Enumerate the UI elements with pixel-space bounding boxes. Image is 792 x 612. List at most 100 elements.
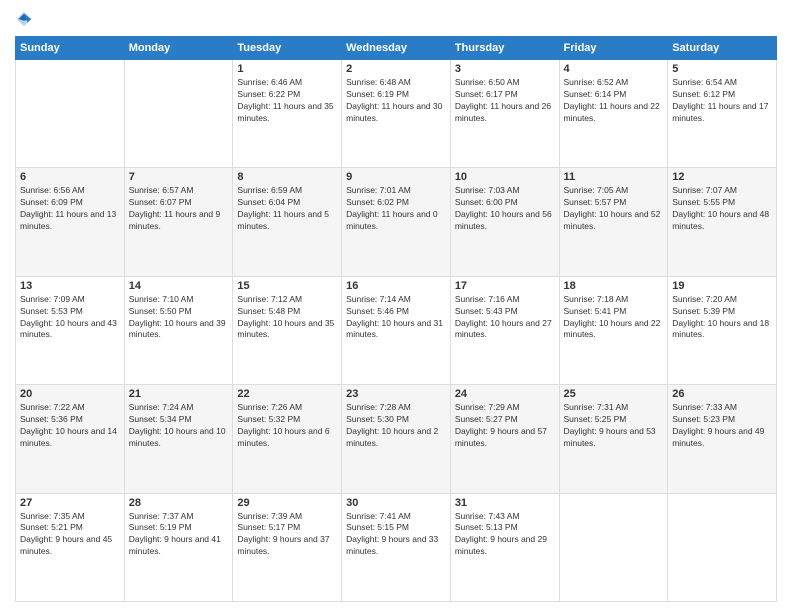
- day-number: 12: [672, 171, 772, 183]
- day-info: Sunrise: 7:37 AMSunset: 5:19 PMDaylight:…: [129, 511, 229, 559]
- logo-icon: [15, 10, 33, 28]
- day-info: Sunrise: 7:20 AMSunset: 5:39 PMDaylight:…: [672, 294, 772, 342]
- calendar-day-cell: 8 Sunrise: 6:59 AMSunset: 6:04 PMDaylight…: [233, 168, 342, 276]
- day-number: 7: [129, 171, 229, 183]
- day-number: 22: [237, 388, 337, 400]
- calendar-day-cell: 17 Sunrise: 7:16 AMSunset: 5:43 PMDayligh…: [450, 276, 559, 384]
- day-info: Sunrise: 7:22 AMSunset: 5:36 PMDaylight:…: [20, 402, 120, 450]
- calendar-week-row: 27 Sunrise: 7:35 AMSunset: 5:21 PMDayligh…: [16, 493, 777, 601]
- day-number: 21: [129, 388, 229, 400]
- calendar-table: SundayMondayTuesdayWednesdayThursdayFrid…: [15, 36, 777, 602]
- calendar-day-cell: 7 Sunrise: 6:57 AMSunset: 6:07 PMDaylight…: [124, 168, 233, 276]
- day-info: Sunrise: 7:12 AMSunset: 5:48 PMDaylight:…: [237, 294, 337, 342]
- calendar-week-row: 13 Sunrise: 7:09 AMSunset: 5:53 PMDayligh…: [16, 276, 777, 384]
- day-info: Sunrise: 7:43 AMSunset: 5:13 PMDaylight:…: [455, 511, 555, 559]
- day-number: 31: [455, 497, 555, 509]
- calendar-day-cell: 9 Sunrise: 7:01 AMSunset: 6:02 PMDaylight…: [342, 168, 451, 276]
- day-number: 30: [346, 497, 446, 509]
- calendar-week-row: 20 Sunrise: 7:22 AMSunset: 5:36 PMDayligh…: [16, 385, 777, 493]
- calendar-day-cell: [124, 60, 233, 168]
- day-number: 11: [564, 171, 664, 183]
- calendar-day-cell: 24 Sunrise: 7:29 AMSunset: 5:27 PMDayligh…: [450, 385, 559, 493]
- day-info: Sunrise: 7:35 AMSunset: 5:21 PMDaylight:…: [20, 511, 120, 559]
- day-of-week-header: Monday: [124, 37, 233, 60]
- day-number: 24: [455, 388, 555, 400]
- day-number: 15: [237, 280, 337, 292]
- day-number: 29: [237, 497, 337, 509]
- day-info: Sunrise: 7:09 AMSunset: 5:53 PMDaylight:…: [20, 294, 120, 342]
- day-info: Sunrise: 7:16 AMSunset: 5:43 PMDaylight:…: [455, 294, 555, 342]
- day-number: 5: [672, 63, 772, 75]
- calendar-day-cell: 22 Sunrise: 7:26 AMSunset: 5:32 PMDayligh…: [233, 385, 342, 493]
- day-of-week-header: Saturday: [668, 37, 777, 60]
- day-number: 6: [20, 171, 120, 183]
- calendar-day-cell: 30 Sunrise: 7:41 AMSunset: 5:15 PMDayligh…: [342, 493, 451, 601]
- day-info: Sunrise: 7:29 AMSunset: 5:27 PMDaylight:…: [455, 402, 555, 450]
- day-of-week-header: Tuesday: [233, 37, 342, 60]
- day-info: Sunrise: 7:10 AMSunset: 5:50 PMDaylight:…: [129, 294, 229, 342]
- calendar-day-cell: 25Sunrise: 7:31 AMSunset: 5:25 PMDayligh…: [559, 385, 668, 493]
- day-number: 28: [129, 497, 229, 509]
- day-number: 27: [20, 497, 120, 509]
- calendar-day-cell: 3Sunrise: 6:50 AMSunset: 6:17 PMDaylight…: [450, 60, 559, 168]
- day-of-week-header: Thursday: [450, 37, 559, 60]
- day-info: Sunrise: 7:05 AMSunset: 5:57 PMDaylight:…: [564, 185, 664, 233]
- day-number: 3: [455, 63, 555, 75]
- day-of-week-header: Sunday: [16, 37, 125, 60]
- calendar-day-cell: 2 Sunrise: 6:48 AMSunset: 6:19 PMDaylight…: [342, 60, 451, 168]
- calendar-day-cell: 16 Sunrise: 7:14 AMSunset: 5:46 PMDayligh…: [342, 276, 451, 384]
- calendar-day-cell: 28 Sunrise: 7:37 AMSunset: 5:19 PMDayligh…: [124, 493, 233, 601]
- day-number: 17: [455, 280, 555, 292]
- day-number: 23: [346, 388, 446, 400]
- day-number: 1: [237, 63, 337, 75]
- day-number: 13: [20, 280, 120, 292]
- calendar-day-cell: 12 Sunrise: 7:07 AMSunset: 5:55 PMDayligh…: [668, 168, 777, 276]
- day-info: Sunrise: 7:01 AMSunset: 6:02 PMDaylight:…: [346, 185, 446, 233]
- day-number: 26: [672, 388, 772, 400]
- day-info: Sunrise: 6:56 AMSunset: 6:09 PMDaylight:…: [20, 185, 120, 233]
- day-number: 16: [346, 280, 446, 292]
- calendar-day-cell: 1 Sunrise: 6:46 AMSunset: 6:22 PMDaylight…: [233, 60, 342, 168]
- day-info: Sunrise: 7:07 AMSunset: 5:55 PMDaylight:…: [672, 185, 772, 233]
- day-info: Sunrise: 7:14 AMSunset: 5:46 PMDaylight:…: [346, 294, 446, 342]
- calendar-day-cell: 20 Sunrise: 7:22 AMSunset: 5:36 PMDayligh…: [16, 385, 125, 493]
- calendar-day-cell: 27 Sunrise: 7:35 AMSunset: 5:21 PMDayligh…: [16, 493, 125, 601]
- calendar-day-cell: 10Sunrise: 7:03 AMSunset: 6:00 PMDayligh…: [450, 168, 559, 276]
- logo: [15, 10, 37, 28]
- day-number: 8: [237, 171, 337, 183]
- calendar-day-cell: 6 Sunrise: 6:56 AMSunset: 6:09 PMDaylight…: [16, 168, 125, 276]
- calendar-day-cell: 21 Sunrise: 7:24 AMSunset: 5:34 PMDayligh…: [124, 385, 233, 493]
- day-info: Sunrise: 6:54 AMSunset: 6:12 PMDaylight:…: [672, 77, 772, 125]
- calendar-day-cell: 11 Sunrise: 7:05 AMSunset: 5:57 PMDayligh…: [559, 168, 668, 276]
- day-of-week-header: Wednesday: [342, 37, 451, 60]
- day-number: 14: [129, 280, 229, 292]
- day-number: 2: [346, 63, 446, 75]
- day-info: Sunrise: 6:48 AMSunset: 6:19 PMDaylight:…: [346, 77, 446, 125]
- day-info: Sunrise: 7:39 AMSunset: 5:17 PMDaylight:…: [237, 511, 337, 559]
- calendar-day-cell: 13 Sunrise: 7:09 AMSunset: 5:53 PMDayligh…: [16, 276, 125, 384]
- day-info: Sunrise: 7:31 AMSunset: 5:25 PMDaylight:…: [564, 402, 664, 450]
- day-info: Sunrise: 6:57 AMSunset: 6:07 PMDaylight:…: [129, 185, 229, 233]
- day-info: Sunrise: 6:46 AMSunset: 6:22 PMDaylight:…: [237, 77, 337, 125]
- day-number: 20: [20, 388, 120, 400]
- calendar-day-cell: [16, 60, 125, 168]
- calendar-day-cell: 26Sunrise: 7:33 AMSunset: 5:23 PMDayligh…: [668, 385, 777, 493]
- calendar-day-cell: [668, 493, 777, 601]
- calendar-day-cell: [559, 493, 668, 601]
- calendar-day-cell: 14 Sunrise: 7:10 AMSunset: 5:50 PMDayligh…: [124, 276, 233, 384]
- day-info: Sunrise: 6:59 AMSunset: 6:04 PMDaylight:…: [237, 185, 337, 233]
- calendar-day-cell: 18Sunrise: 7:18 AMSunset: 5:41 PMDayligh…: [559, 276, 668, 384]
- calendar-day-cell: 4Sunrise: 6:52 AMSunset: 6:14 PMDaylight…: [559, 60, 668, 168]
- calendar-day-cell: 29 Sunrise: 7:39 AMSunset: 5:17 PMDayligh…: [233, 493, 342, 601]
- day-number: 10: [455, 171, 555, 183]
- day-of-week-header: Friday: [559, 37, 668, 60]
- day-number: 9: [346, 171, 446, 183]
- day-info: Sunrise: 7:26 AMSunset: 5:32 PMDaylight:…: [237, 402, 337, 450]
- day-info: Sunrise: 7:24 AMSunset: 5:34 PMDaylight:…: [129, 402, 229, 450]
- calendar-week-row: 1 Sunrise: 6:46 AMSunset: 6:22 PMDaylight…: [16, 60, 777, 168]
- day-info: Sunrise: 7:41 AMSunset: 5:15 PMDaylight:…: [346, 511, 446, 559]
- calendar-day-cell: 15 Sunrise: 7:12 AMSunset: 5:48 PMDayligh…: [233, 276, 342, 384]
- calendar-day-cell: 5 Sunrise: 6:54 AMSunset: 6:12 PMDaylight…: [668, 60, 777, 168]
- calendar-day-cell: 19Sunrise: 7:20 AMSunset: 5:39 PMDayligh…: [668, 276, 777, 384]
- day-info: Sunrise: 7:18 AMSunset: 5:41 PMDaylight:…: [564, 294, 664, 342]
